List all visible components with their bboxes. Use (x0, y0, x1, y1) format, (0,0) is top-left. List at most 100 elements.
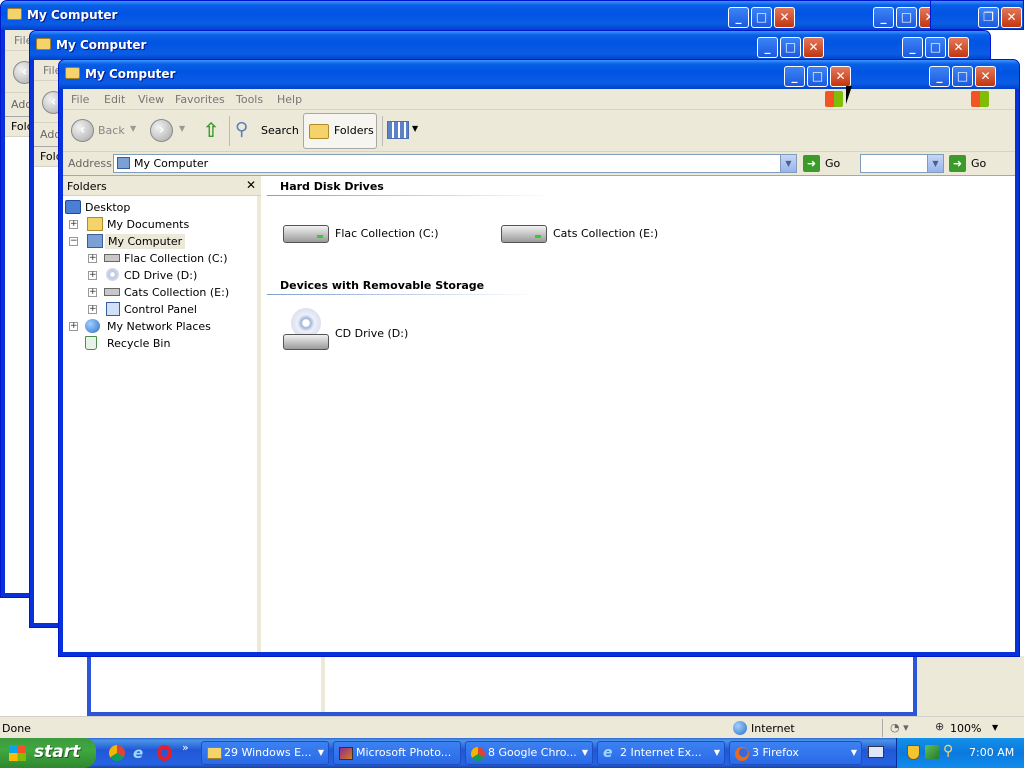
quicklaunch-more-icon[interactable]: » (182, 741, 189, 754)
network-status-icon[interactable] (925, 745, 939, 759)
forward-dropdown-icon[interactable]: ▼ (179, 124, 185, 133)
close-icon[interactable]: ✕ (246, 178, 256, 192)
restore-button[interactable]: ❐ (978, 7, 999, 28)
taskbar-button-label: 3 Firefox (752, 746, 799, 759)
title-bar[interactable]: My Computer _ □ ✕ _ □ ✕ (1, 1, 961, 30)
tree-label: My Network Places (107, 320, 211, 333)
expand-icon[interactable]: + (88, 288, 97, 297)
background-window-right-top[interactable]: ❐ ✕ (930, 0, 1024, 30)
start-button[interactable]: start (0, 738, 96, 768)
menu-view[interactable]: View (138, 93, 164, 106)
title-bar[interactable]: My Computer _ □ ✕ _ □ ✕ (30, 31, 990, 60)
minimize-button[interactable]: _ (929, 66, 950, 87)
maximize-button[interactable]: □ (807, 66, 828, 87)
title-bar[interactable]: My Computer _ □ ✕ _ □ ✕ (59, 60, 1019, 89)
keyboard-layout-icon[interactable] (868, 746, 884, 758)
title-bar[interactable]: ❐ ✕ (931, 1, 1023, 29)
folders-button[interactable]: Folders (303, 113, 377, 149)
group-underline (267, 294, 537, 295)
go-button-label[interactable]: Go (971, 157, 986, 170)
zoom-icon[interactable]: ⊕ (935, 720, 944, 733)
minimize-button[interactable]: _ (784, 66, 805, 87)
taskbar-button-label: 2 Internet Ex... (620, 746, 702, 759)
minimize-button[interactable]: _ (873, 7, 894, 28)
close-button[interactable]: ✕ (830, 66, 851, 87)
tree-label: Recycle Bin (107, 337, 171, 350)
search-tray-icon[interactable]: ⚲ (943, 743, 953, 759)
drive-c-label[interactable]: Flac Collection (C:) (335, 227, 439, 240)
up-folder-icon[interactable]: ⇧ (200, 118, 222, 142)
maximize-button[interactable]: □ (751, 7, 772, 28)
hard-drive-e-icon[interactable] (501, 219, 547, 249)
hard-drive-c-icon[interactable] (283, 219, 329, 249)
expand-icon[interactable]: + (69, 220, 78, 229)
back-icon[interactable]: ‹ (71, 119, 94, 142)
taskbar-button-google-chrome[interactable]: 8 Google Chro... ▼ (465, 741, 593, 765)
clock[interactable]: 7:00 AM (969, 746, 1014, 759)
search-button-label[interactable]: Search (261, 124, 299, 137)
search-icon[interactable]: ⚲ (235, 119, 257, 141)
expand-icon[interactable]: + (88, 271, 97, 280)
taskbar-button-internet-explorer[interactable]: e 2 Internet Ex... ▼ (597, 741, 725, 765)
close-button[interactable]: ✕ (1001, 7, 1022, 28)
go-arrow-icon[interactable]: ➜ (949, 155, 966, 172)
minimize-button[interactable]: _ (728, 7, 749, 28)
quicklaunch-ie-icon[interactable]: e (133, 744, 150, 762)
collapse-icon[interactable]: − (69, 237, 78, 246)
address-input[interactable]: My Computer ▼ (113, 154, 797, 173)
security-icon[interactable]: ◔ ▾ (890, 721, 909, 734)
taskbar-button-firefox[interactable]: 3 Firefox ▼ (729, 741, 862, 765)
go-arrow-icon[interactable]: ➜ (803, 155, 820, 172)
minimize-button[interactable]: _ (902, 37, 923, 58)
address-dropdown-button[interactable]: ▼ (927, 155, 943, 172)
menu-help[interactable]: Help (277, 93, 302, 106)
back-button-label[interactable]: Back (98, 124, 125, 137)
maximize-button[interactable]: □ (780, 37, 801, 58)
maximize-button[interactable]: □ (952, 66, 973, 87)
window-title: My Computer (56, 38, 147, 52)
status-bar: Done Internet ◔ ▾ ⊕ 100% ▼ (0, 716, 1024, 738)
views-icon[interactable] (387, 121, 409, 139)
group-dropdown-icon[interactable]: ▼ (851, 742, 857, 764)
quicklaunch-chrome-icon[interactable] (109, 745, 125, 761)
forward-icon[interactable]: › (150, 119, 173, 142)
maximize-button[interactable]: □ (925, 37, 946, 58)
group-dropdown-icon[interactable]: ▼ (582, 742, 588, 764)
zoom-dropdown-icon[interactable]: ▼ (992, 723, 998, 732)
tree-label: Cats Collection (E:) (124, 286, 230, 299)
taskbar-button-windows-explorer[interactable]: 29 Windows E... ▼ (201, 741, 329, 765)
toolbar-separator (382, 116, 383, 146)
my-computer-window[interactable]: My Computer _ □ ✕ _ □ ✕ File Edit View F… (58, 59, 1020, 657)
zoom-level[interactable]: 100% (950, 722, 981, 735)
address-dropdown-button[interactable]: ▼ (780, 155, 796, 172)
expand-icon[interactable]: + (69, 322, 78, 331)
group-dropdown-icon[interactable]: ▼ (318, 742, 324, 764)
close-button[interactable]: ✕ (948, 37, 969, 58)
internet-zone-icon (733, 721, 747, 735)
back-dropdown-icon[interactable]: ▼ (130, 124, 136, 133)
address-input-background[interactable]: ▼ (860, 154, 944, 173)
drive-body (283, 334, 329, 350)
drive-e-label[interactable]: Cats Collection (E:) (553, 227, 658, 240)
quicklaunch-opera-icon[interactable] (157, 745, 172, 761)
menu-tools[interactable]: Tools (236, 93, 263, 106)
go-button-label[interactable]: Go (825, 157, 840, 170)
menu-file[interactable]: File (71, 93, 89, 106)
close-button[interactable]: ✕ (774, 7, 795, 28)
cd-drive-d-icon[interactable] (283, 308, 329, 356)
security-shield-icon[interactable] (907, 745, 920, 760)
close-button[interactable]: ✕ (975, 66, 996, 87)
windows-logo-icon (825, 91, 843, 107)
menu-favorites[interactable]: Favorites (175, 93, 225, 106)
taskbar-button-microsoft-photo[interactable]: Microsoft Photo... (333, 741, 461, 765)
menu-edit[interactable]: Edit (104, 93, 125, 106)
views-dropdown-icon[interactable]: ▼ (412, 124, 418, 133)
expand-icon[interactable]: + (88, 305, 97, 314)
folder-icon (65, 67, 80, 79)
close-button[interactable]: ✕ (803, 37, 824, 58)
maximize-button[interactable]: □ (896, 7, 917, 28)
drive-d-label[interactable]: CD Drive (D:) (335, 327, 408, 340)
group-dropdown-icon[interactable]: ▼ (714, 742, 720, 764)
minimize-button[interactable]: _ (757, 37, 778, 58)
expand-icon[interactable]: + (88, 254, 97, 263)
